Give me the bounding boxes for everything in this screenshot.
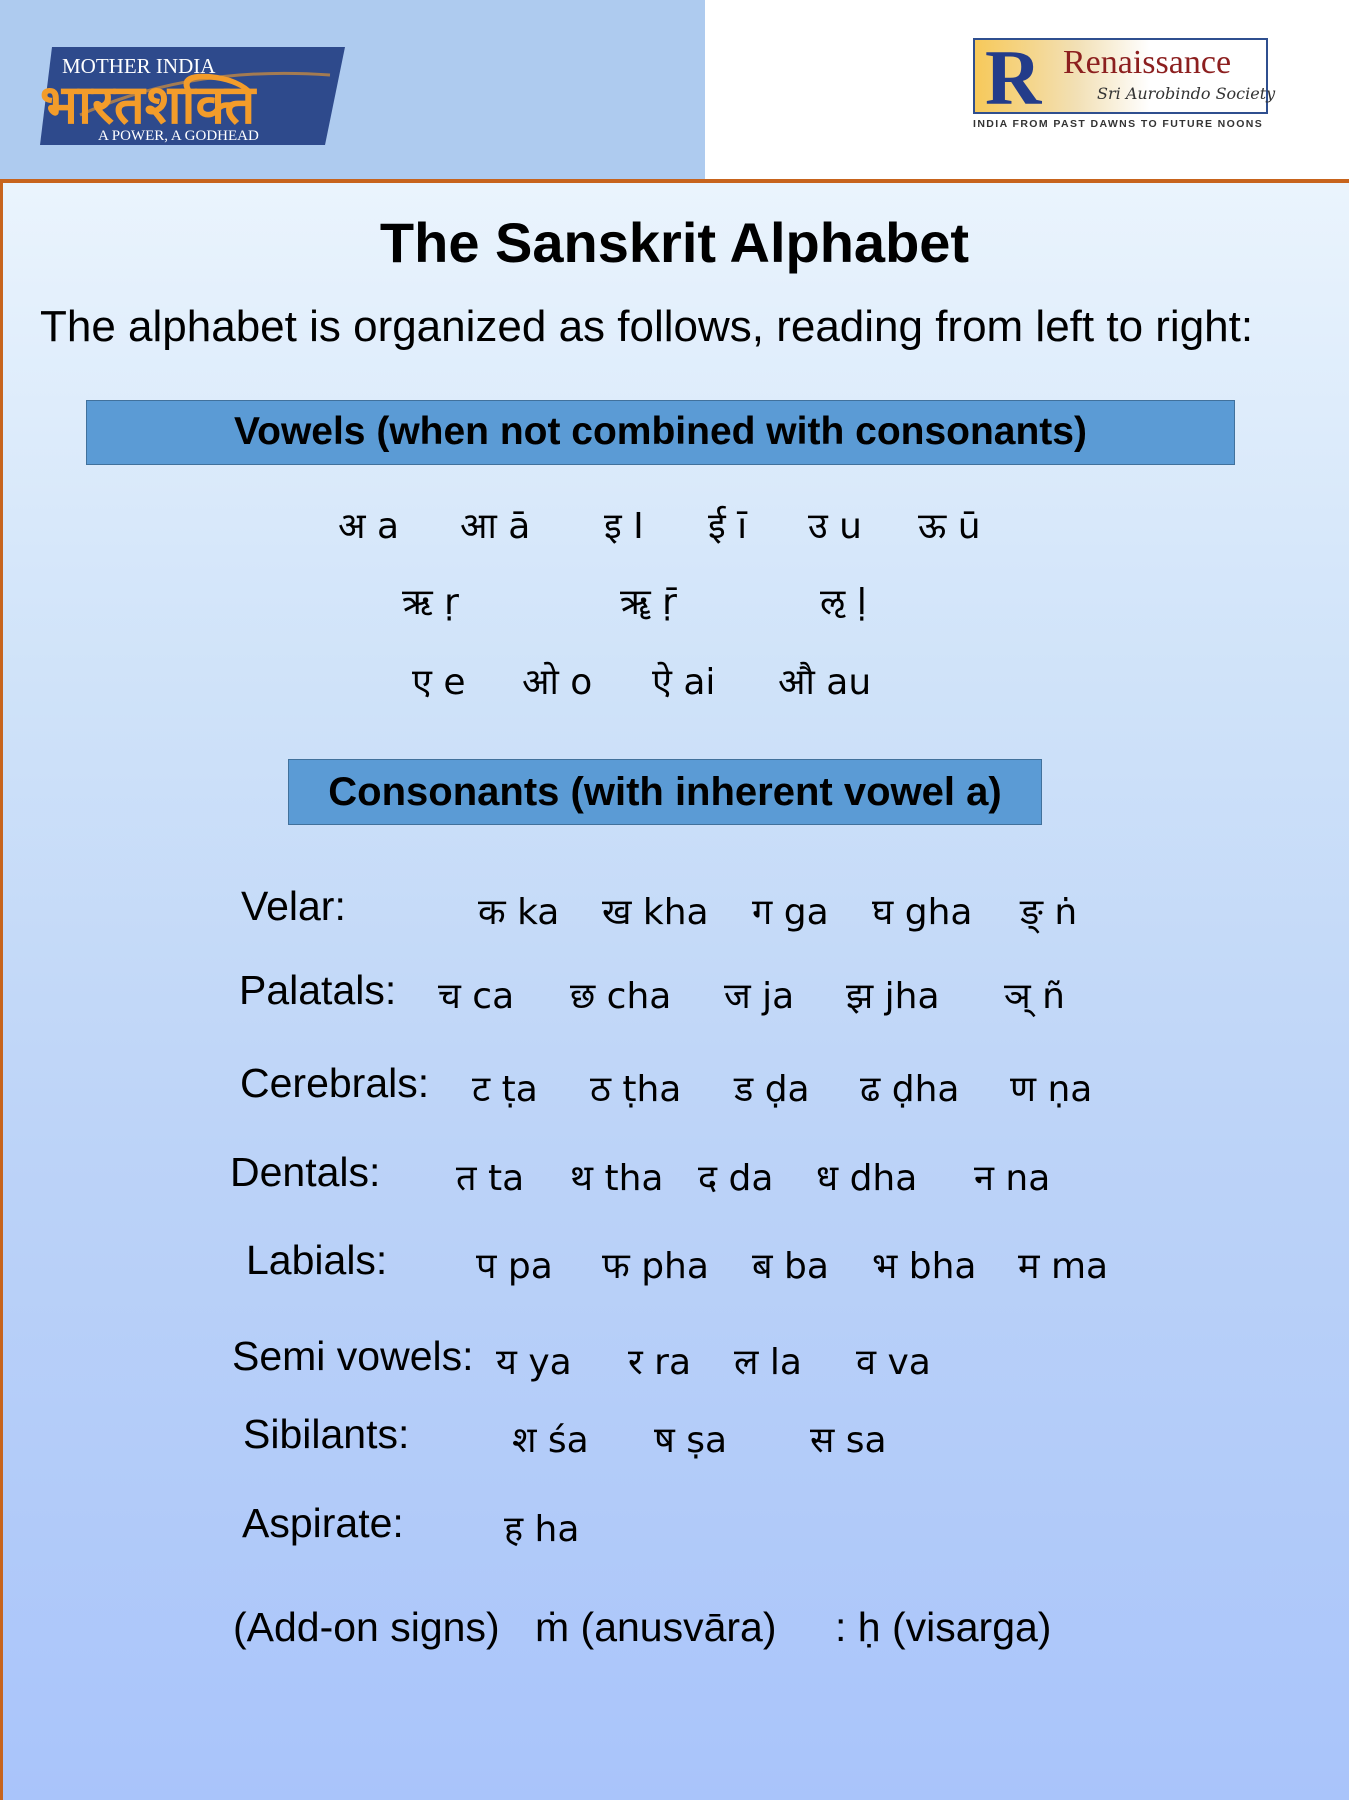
renaissance-logo: R Renaissance Sri Aurobindo Society INDI… xyxy=(970,36,1275,132)
consonant-item: न na xyxy=(974,1158,1051,1199)
addon-label: (Add-on signs) xyxy=(233,1604,500,1650)
consonant-item: ठ ṭha xyxy=(590,1069,682,1110)
vowel-item: ई ī xyxy=(708,506,748,547)
vowel-item: औ au xyxy=(778,662,872,703)
vowel-item: ए e xyxy=(412,662,466,703)
consonant-item: श śa xyxy=(512,1420,589,1461)
vowel-item: ॠ ṝ xyxy=(620,582,677,623)
intro-text: The alphabet is organized as follows, re… xyxy=(40,302,1254,351)
page-title: The Sanskrit Alphabet xyxy=(379,211,970,274)
consonant-item: क ka xyxy=(478,892,560,933)
consonant-item: ब ba xyxy=(752,1246,829,1287)
consonant-item: फ pha xyxy=(602,1246,709,1287)
row-label-cerebrals: Cerebrals: xyxy=(240,1060,430,1106)
consonant-item: प pa xyxy=(476,1246,553,1287)
consonant-item: ट ṭa xyxy=(472,1069,538,1110)
consonant-item: ङ् ṅ xyxy=(1020,892,1078,933)
anusvara-sign: ṁ (anusvāra) xyxy=(535,1604,777,1650)
consonant-item: छ cha xyxy=(570,976,672,1017)
consonant-item: र ra xyxy=(628,1342,692,1383)
renaissance-letter: R xyxy=(985,34,1042,121)
vowels-heading: Vowels (when not combined with consonant… xyxy=(86,400,1235,465)
row-label-aspirate: Aspirate: xyxy=(242,1500,404,1546)
row-label-palatals: Palatals: xyxy=(239,967,397,1013)
vowel-item: आ ā xyxy=(460,506,531,547)
renaissance-logo-box: R Renaissance Sri Aurobindo Society xyxy=(973,36,1275,120)
vowel-item: ओ o xyxy=(522,662,593,703)
row-label-labials: Labials: xyxy=(246,1237,388,1283)
consonant-item: च ca xyxy=(438,976,515,1017)
consonant-item: थ tha xyxy=(570,1158,664,1199)
renaissance-sub: Sri Aurobindo Society xyxy=(1097,84,1276,103)
consonant-item: ढ ḍha xyxy=(860,1069,960,1110)
consonant-item: द da xyxy=(698,1158,774,1199)
visarga-sign: : ḥ (visarga) xyxy=(835,1604,1052,1650)
row-label-semi-vowels: Semi vowels: xyxy=(232,1333,474,1379)
renaissance-name: Renaissance xyxy=(1063,44,1232,81)
consonants-heading: Consonants (with inherent vowel a) xyxy=(288,759,1042,825)
consonant-item: व va xyxy=(856,1342,931,1383)
consonant-item: ल la xyxy=(734,1342,802,1383)
consonant-item: भ bha xyxy=(872,1246,977,1287)
consonant-item: य ya xyxy=(496,1342,572,1383)
consonant-item: त ta xyxy=(456,1158,525,1199)
vowel-item: इ I xyxy=(604,506,644,547)
renaissance-tagline: INDIA FROM PAST DAWNS TO FUTURE NOONS xyxy=(973,118,1264,130)
mother-india-logo: MOTHER INDIA भारतशक्ति A POWER, A GODHEA… xyxy=(40,45,345,145)
consonant-item: ड ḍa xyxy=(734,1069,810,1110)
row-label-dentals: Dentals: xyxy=(230,1149,381,1195)
logo-bottom-text: A POWER, A GODHEAD xyxy=(98,128,259,144)
consonant-item: ह ha xyxy=(504,1509,580,1550)
consonant-item: ध dha xyxy=(816,1158,918,1199)
row-label-velar: Velar: xyxy=(241,883,346,929)
vowel-item: अ a xyxy=(338,506,400,547)
vowel-item: ऋ ṛ xyxy=(402,582,459,623)
logo-devanagari: भारतशक्ति xyxy=(40,73,257,136)
vowel-item: उ u xyxy=(808,506,862,547)
row-label-sibilants: Sibilants: xyxy=(243,1411,410,1457)
vowel-item: ऊ ū xyxy=(918,506,981,547)
consonant-item: म ma xyxy=(1018,1246,1109,1287)
consonant-item: ञ् ñ xyxy=(1004,976,1065,1017)
consonant-item: ष ṣa xyxy=(654,1420,728,1461)
consonant-item: झ jha xyxy=(846,976,940,1017)
consonant-item: स sa xyxy=(810,1420,887,1461)
vowel-item: ऐ ai xyxy=(652,662,716,703)
consonant-item: ग ga xyxy=(752,892,829,933)
vowel-item: ऌ ḷ xyxy=(820,582,867,623)
consonant-item: ण ṇa xyxy=(1010,1069,1093,1110)
consonant-item: ख kha xyxy=(602,892,709,933)
consonant-item: घ gha xyxy=(872,892,973,933)
consonant-item: ज ja xyxy=(724,976,795,1017)
